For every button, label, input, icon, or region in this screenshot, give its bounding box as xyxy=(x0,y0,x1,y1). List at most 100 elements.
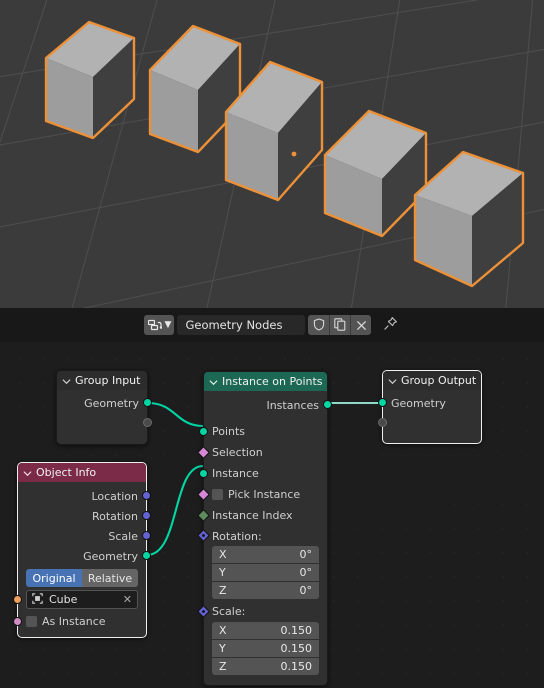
socket-row-pick-instance-in[interactable]: Pick Instance xyxy=(197,484,327,505)
object-data-icon xyxy=(32,592,43,607)
axis-value: 0.150 xyxy=(280,624,313,637)
scale-vector-fields: X 0.150 Y 0.150 Z 0.150 xyxy=(204,622,327,675)
socket-row-scale-out[interactable]: Scale xyxy=(18,526,151,546)
scale-y-field[interactable]: Y 0.150 xyxy=(212,640,319,657)
node-header-object-info[interactable]: Object Info xyxy=(18,463,146,482)
axis-value: 0° xyxy=(299,584,313,597)
socket-row-location-out[interactable]: Location xyxy=(18,486,151,506)
socket-label: Pick Instance xyxy=(228,488,301,501)
node-group-output[interactable]: Group Output Geometry xyxy=(378,370,482,444)
socket-rotation[interactable] xyxy=(142,511,151,520)
axis-label: Z xyxy=(219,660,227,673)
socket-label: Geometry xyxy=(391,396,446,410)
node-body-group-output: Geometry xyxy=(378,390,481,443)
node-title: Object Info xyxy=(36,466,97,479)
rotation-x-field[interactable]: X 0° xyxy=(212,546,319,563)
pin-button[interactable] xyxy=(380,315,400,335)
socket-selection[interactable] xyxy=(197,446,210,459)
socket-geometry[interactable] xyxy=(378,398,387,407)
socket-row-points-in[interactable]: Points xyxy=(199,421,327,442)
socket-instance[interactable] xyxy=(199,469,208,478)
chevron-down-icon[interactable] xyxy=(209,377,218,386)
node-header-instance-on-points[interactable]: Instance on Points xyxy=(204,372,327,391)
fake-user-button[interactable] xyxy=(308,315,330,335)
socket-virtual[interactable] xyxy=(378,418,387,427)
editor-type-selector[interactable]: ▼ xyxy=(143,315,175,335)
socket-row-instance-in[interactable]: Instance xyxy=(199,463,327,484)
socket-row-instances-out[interactable]: Instances xyxy=(204,395,332,415)
datablock-name-input[interactable]: Geometry Nodes xyxy=(177,315,306,335)
socket-label: Scale: xyxy=(212,605,246,618)
socket-points[interactable] xyxy=(199,427,208,436)
socket-instances[interactable] xyxy=(323,400,332,409)
socket-row-rotation-out[interactable]: Rotation xyxy=(18,506,151,526)
3d-viewport[interactable] xyxy=(0,0,544,308)
axis-value: 0° xyxy=(299,548,313,561)
node-header-group-output[interactable]: Group Output xyxy=(383,371,481,390)
socket-geometry[interactable] xyxy=(143,398,152,407)
scale-z-field[interactable]: Z 0.150 xyxy=(212,658,319,675)
transform-space-relative-option[interactable]: Relative xyxy=(82,569,138,587)
socket-rotation[interactable] xyxy=(197,529,210,542)
node-title: Instance on Points xyxy=(222,375,323,388)
node-body-object-info: Location Rotation Scale Geometry Origina… xyxy=(13,482,151,637)
rotation-vector-fields: X 0° Y 0° Z 0° xyxy=(204,546,327,599)
scale-x-field[interactable]: X 0.150 xyxy=(212,622,319,639)
socket-row-geometry-out[interactable]: Geometry xyxy=(57,393,152,413)
pin-icon xyxy=(383,316,398,335)
rotation-y-field[interactable]: Y 0° xyxy=(212,564,319,581)
chevron-down-icon[interactable] xyxy=(23,468,32,477)
socket-pick-instance[interactable] xyxy=(197,488,210,501)
socket-object[interactable] xyxy=(13,595,22,604)
node-object-info[interactable]: Object Info Location Rotation Scale Geom… xyxy=(13,462,151,638)
socket-as-instance[interactable] xyxy=(13,617,22,626)
socket-row-scale-in[interactable]: Scale: xyxy=(197,601,327,622)
datablock-button-group xyxy=(308,315,372,335)
node-title: Group Output xyxy=(401,374,477,387)
socket-label: Geometry xyxy=(84,396,139,410)
chevron-down-icon[interactable] xyxy=(388,376,397,385)
axis-label: Z xyxy=(219,584,227,597)
new-copy-button[interactable] xyxy=(329,315,351,335)
axis-label: Y xyxy=(219,566,226,579)
socket-row-geometry-out[interactable]: Geometry xyxy=(18,546,151,566)
socket-row-virtual-in[interactable] xyxy=(378,413,481,433)
pick-instance-checkbox[interactable] xyxy=(212,489,223,500)
socket-scale[interactable] xyxy=(142,531,151,540)
transform-space-original-option[interactable]: Original xyxy=(26,569,82,587)
unlink-button[interactable] xyxy=(350,315,372,335)
geometry-node-editor[interactable]: Group Input Geometry Instance on Points xyxy=(0,342,544,688)
socket-row-selection-in[interactable]: Selection xyxy=(197,442,327,463)
node-editor-header: ▼ Geometry Nodes xyxy=(0,308,544,342)
socket-label: Instances xyxy=(266,398,319,412)
object-selector-field[interactable]: Cube ✕ xyxy=(26,590,138,609)
socket-row-instance-index-in[interactable]: Instance Index xyxy=(197,505,327,526)
transform-space-toggle: Original Relative xyxy=(26,569,138,587)
socket-row-as-instance[interactable]: As Instance xyxy=(13,609,146,630)
socket-row-rotation-in[interactable]: Rotation: xyxy=(197,526,327,546)
node-group-input[interactable]: Group Input Geometry xyxy=(56,370,152,445)
rotation-z-field[interactable]: Z 0° xyxy=(212,582,319,599)
socket-label: Rotation: xyxy=(212,529,262,543)
viewport-canvas xyxy=(0,0,544,308)
socket-row-virtual-out[interactable] xyxy=(57,413,152,433)
axis-label: X xyxy=(219,624,227,637)
chevron-down-icon[interactable] xyxy=(62,376,71,385)
blender-window: ▼ Geometry Nodes Group Input Geometry In… xyxy=(0,0,544,688)
socket-label: Instance xyxy=(212,467,259,480)
socket-instance-index[interactable] xyxy=(197,509,210,522)
axis-label: Y xyxy=(219,642,226,655)
node-header-group-input[interactable]: Group Input xyxy=(57,371,147,390)
node-body-group-input: Geometry xyxy=(57,390,152,444)
socket-scale[interactable] xyxy=(197,605,210,618)
socket-row-geometry-in[interactable]: Geometry xyxy=(378,393,481,413)
socket-geometry[interactable] xyxy=(142,551,151,560)
axis-value: 0.150 xyxy=(280,642,313,655)
socket-location[interactable] xyxy=(142,491,151,500)
clear-object-icon[interactable]: ✕ xyxy=(123,593,132,606)
socket-virtual[interactable] xyxy=(143,418,152,427)
socket-label: Selection xyxy=(212,446,263,459)
as-instance-checkbox[interactable] xyxy=(26,615,37,627)
node-instance-on-points[interactable]: Instance on Points Instances Points Sele… xyxy=(197,371,332,686)
node-title: Group Input xyxy=(75,374,141,387)
